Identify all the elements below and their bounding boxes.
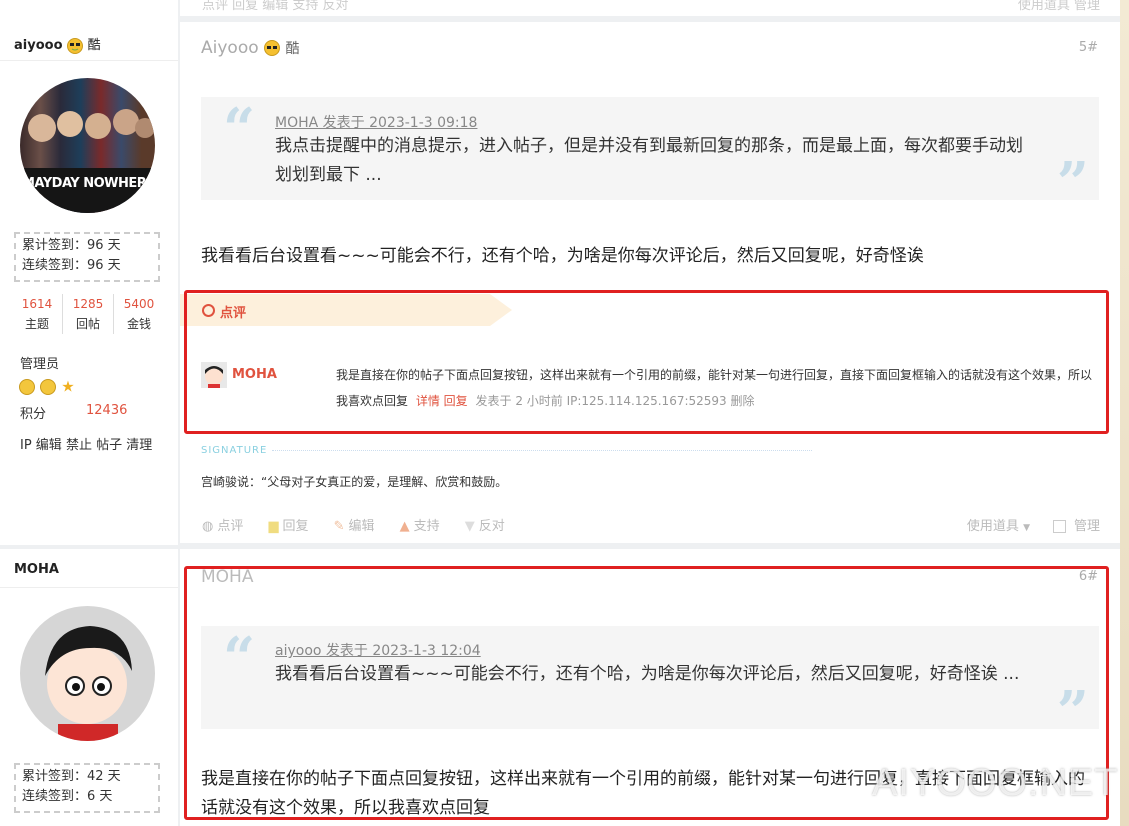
stat-label: 金钱	[126, 317, 151, 331]
post-5: Aiyooo 酷 5# “ MOHA 发表于 2023-1-3 09:18 我点…	[180, 22, 1120, 543]
user2-checkin-streak: 连续签到：6 天	[22, 789, 113, 804]
reply-icon: ▆	[268, 519, 279, 534]
post5-actions: ◍ 点评 ▆ 回复 ✎ 编辑 ▲ 支持 ▼ 反对	[202, 515, 525, 534]
user1-admin-links[interactable]: IP 编辑 禁止 帖子 清理	[20, 434, 152, 453]
action-comment[interactable]: ◍ 点评	[202, 519, 243, 534]
user1-points-value: 12436	[86, 403, 128, 418]
thumb-up-icon: ▲	[399, 519, 410, 534]
quote-close-icon: ”	[1056, 150, 1089, 216]
cartoon-boy-icon	[45, 626, 132, 741]
post5-author[interactable]: Aiyooo	[201, 38, 259, 58]
user1-avatar-text: MAYDAY NOWHERE	[22, 176, 155, 191]
signature-divider	[272, 450, 812, 451]
highlight-box-comment	[184, 290, 1109, 434]
user1-group[interactable]: 管理员	[20, 353, 59, 372]
user1-name[interactable]: aiyooo	[14, 38, 63, 53]
band-photo-icon	[20, 109, 155, 213]
cool-emoji-icon	[67, 37, 84, 54]
user1-checkin-streak: 连续签到：96 天	[22, 258, 121, 273]
post5-tools[interactable]: 使用道具 ▼	[967, 515, 1030, 534]
signature-text: 宫崎骏说：“父母对子女真正的爱，是理解、欣赏和鼓励。	[201, 475, 508, 489]
tools-label: 使用道具	[966, 519, 1019, 534]
stat-label: 回帖	[75, 317, 100, 331]
pencil-icon: ✎	[333, 519, 345, 534]
action-support[interactable]: ▲ 支持	[400, 519, 440, 534]
stat-value: 5400	[123, 297, 155, 311]
thumb-down-icon: ▼	[464, 519, 475, 534]
user1-name-row: aiyooo 酷	[14, 34, 101, 54]
signature-label: SIGNATURE	[201, 445, 268, 456]
user1-checkin-box: 累计签到：96 天 连续签到：96 天	[14, 232, 160, 282]
star-icon: ★	[61, 377, 75, 396]
user1-checkin-total: 累计签到：96 天	[22, 238, 121, 253]
user1-tag: 酷	[87, 38, 101, 53]
post5-manage[interactable]: 管理	[1052, 515, 1100, 534]
action-reply[interactable]: ▆ 回复	[268, 519, 308, 534]
stat-value: 1614	[21, 297, 53, 311]
manage-label: 管理	[1073, 519, 1100, 534]
watermark: AIYOOO.NET	[872, 762, 1119, 804]
user2-checkin-total: 累计签到：42 天	[22, 769, 121, 784]
user1-avatar[interactable]: MAYDAY NOWHERE	[20, 78, 155, 213]
top-toolbar-actions[interactable]: 点评 回复 编辑 支持 反对	[202, 0, 349, 13]
action-label: 反对	[478, 519, 505, 534]
manage-checkbox[interactable]	[1052, 520, 1066, 533]
user2-divider	[0, 587, 178, 588]
user1-divider	[0, 60, 178, 61]
user2-avatar[interactable]	[20, 606, 155, 741]
stat-label: 主题	[24, 317, 49, 331]
post5-body: 我看看后台设置看~~~可能会不行，还有个哈，为啥是你每次评论后，然后又回复呢，好…	[201, 246, 924, 266]
stat-replies[interactable]: 1285 回帖	[63, 294, 114, 334]
stat-topics[interactable]: 1614 主题	[12, 294, 63, 334]
medal-face-icon	[19, 378, 35, 395]
post5-quote-head[interactable]: MOHA 发表于 2023-1-3 09:18	[275, 112, 477, 132]
post5-floor[interactable]: 5#	[1079, 40, 1098, 55]
user1-badges: ★	[19, 376, 75, 396]
user2-name[interactable]: MOHA	[14, 562, 59, 577]
user2-sidebar: MOHA 累计签到：42 天 连续签到：6 天	[0, 549, 178, 826]
top-toolbar-tools[interactable]: 使用道具 管理	[1018, 0, 1100, 13]
user1-points-label: 积分	[20, 407, 47, 422]
quote-open-icon: “	[223, 96, 256, 162]
post5-quote-text: 我点击提醒中的消息提示，进入帖子，但是并没有到最新回复的那条，而是最上面，每次都…	[275, 136, 1023, 185]
user1-sidebar: aiyooo 酷 MAYDAY NOWHERE 累计签到：96 天 连续签到：9…	[0, 0, 178, 545]
action-label: 点评	[217, 519, 244, 534]
user1-stats: 1614 主题 1285 回帖 5400 金钱	[12, 294, 164, 334]
action-label: 编辑	[348, 519, 375, 534]
top-toolbar: 点评 回复 编辑 支持 反对 使用道具 管理	[180, 0, 1120, 20]
cool-emoji-icon	[264, 40, 281, 56]
post5-tag: 酷	[285, 41, 300, 57]
chevron-down-icon: ▼	[1023, 523, 1030, 533]
action-oppose[interactable]: ▼ 反对	[465, 519, 505, 534]
stat-value: 1285	[72, 297, 104, 311]
user2-checkin-box: 累计签到：42 天 连续签到：6 天	[14, 763, 160, 813]
post5-quote: “ MOHA 发表于 2023-1-3 09:18 我点击提醒中的消息提示，进入…	[201, 96, 1099, 211]
action-label: 支持	[413, 519, 440, 534]
stat-money[interactable]: 5400 金钱	[114, 294, 164, 334]
comment-icon: ◍	[202, 519, 214, 534]
post5-author-row: Aiyooo 酷	[201, 38, 299, 58]
action-label: 回复	[282, 519, 309, 534]
page-background-edge	[1120, 0, 1129, 826]
action-edit[interactable]: ✎ 编辑	[334, 519, 375, 534]
medal-face-icon	[40, 378, 57, 395]
